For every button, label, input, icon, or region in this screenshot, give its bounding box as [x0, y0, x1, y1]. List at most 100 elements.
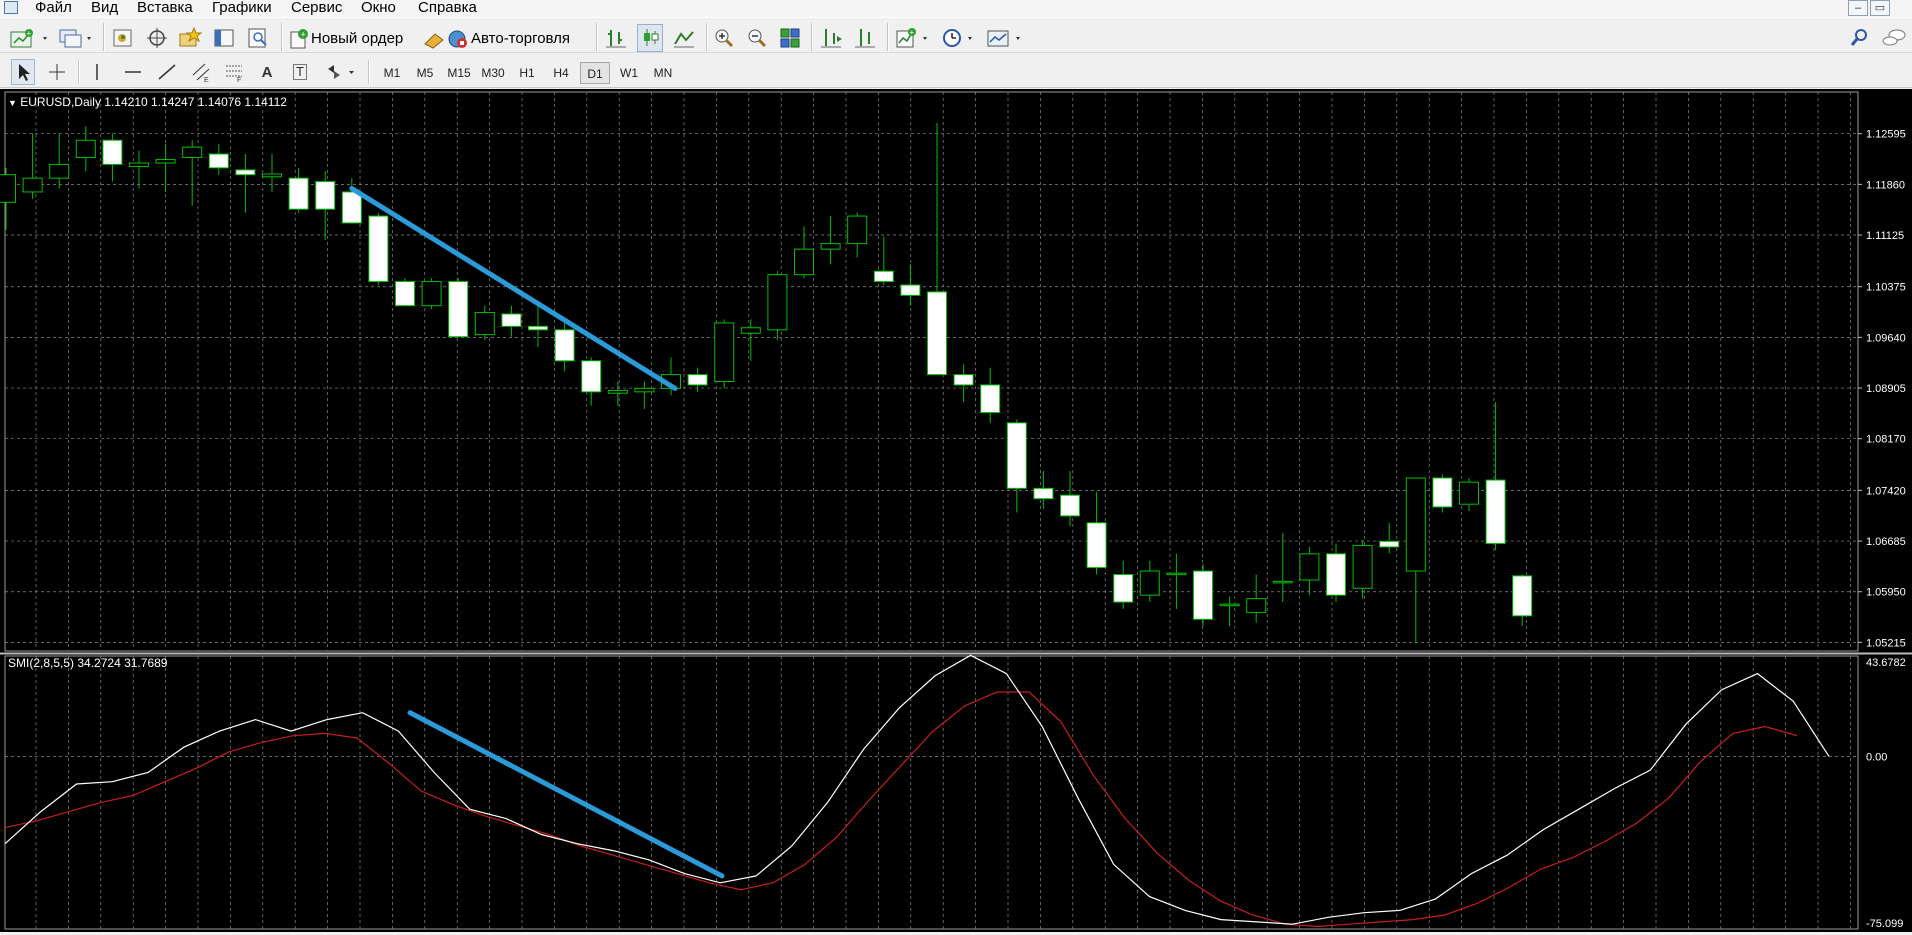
periods-button[interactable] [939, 24, 979, 52]
crosshair-tool-button[interactable] [45, 59, 69, 85]
timeframe-m30[interactable]: M30 [478, 62, 508, 84]
zoom-out-button[interactable] [744, 24, 770, 52]
bullish-candle [421, 281, 442, 307]
indicator-trendline [407, 710, 725, 879]
new-order-button[interactable]: + Новый ордер [287, 24, 415, 52]
menu-window[interactable]: Окно [361, 0, 396, 17]
restore-button[interactable]: ▭ [1870, 0, 1890, 16]
menu-insert[interactable]: Вставка [137, 0, 193, 17]
indicator-header: SMI(2,8,5,5) 34.2724 31.7689 [8, 656, 167, 670]
menu-file[interactable]: Файл [35, 0, 72, 17]
arrows-tool-button[interactable] [323, 59, 359, 85]
bearish-candle [554, 329, 575, 362]
strategy-tester-button[interactable] [245, 24, 271, 52]
bearish-candle [208, 153, 229, 169]
bullish-candle [75, 139, 96, 158]
bearish-candle [341, 191, 362, 224]
bearish-candle [1326, 553, 1346, 596]
bullish-candle [820, 243, 841, 250]
indicator-values: 34.2724 31.7689 [77, 656, 168, 670]
bullish-candle [1219, 603, 1240, 607]
templates-icon [987, 30, 1020, 47]
bearish-candle [102, 139, 123, 165]
svg-text:+: + [27, 29, 32, 38]
chat-button[interactable] [1880, 24, 1908, 52]
bar-chart-button[interactable] [603, 24, 629, 52]
svg-text:+: + [301, 30, 306, 40]
terminal-button[interactable] [211, 24, 237, 52]
bullish-candle [1299, 553, 1320, 581]
bearish-candle [1033, 487, 1054, 500]
fibonacci-tool-button[interactable]: F [222, 59, 246, 85]
horizontal-line-tool-button[interactable] [121, 59, 145, 85]
tile-windows-button[interactable] [777, 24, 803, 52]
chart-symbol: EURUSD,Daily [20, 95, 101, 109]
price-tick-label: 1.08170 [1866, 434, 1906, 446]
bullish-candle [155, 159, 176, 164]
bullish-candle [1459, 481, 1479, 505]
timeframe-m1[interactable]: M1 [377, 62, 407, 84]
bullish-candle [714, 322, 735, 382]
timeframe-m5[interactable]: M5 [410, 62, 440, 84]
bullish-candle [1246, 598, 1267, 613]
svg-text:F: F [237, 77, 241, 83]
separator [596, 23, 598, 51]
bearish-candle [288, 177, 309, 210]
market-watch-button[interactable] [110, 24, 136, 52]
menu-tools[interactable]: Сервис [291, 0, 342, 17]
channel-tool-button[interactable]: E [189, 59, 213, 85]
indicators-button[interactable]: + [893, 24, 933, 52]
templates-button[interactable] [985, 24, 1025, 52]
profiles-button[interactable] [56, 24, 96, 52]
magnifier-document-icon [248, 28, 267, 48]
chart-shift-button[interactable] [852, 24, 878, 52]
cursor-tool-button[interactable] [11, 59, 35, 85]
auto-trading-button[interactable]: Авто-торговля [421, 24, 587, 52]
timeframe-h1[interactable]: H1 [512, 62, 542, 84]
minimize-button[interactable]: – [1848, 0, 1868, 16]
chart-canvas[interactable]: 1.12595 1.11860 1.11125 1.10375 1.09640 1.089… [0, 89, 1912, 932]
price-tick-label: 1.12595 [1866, 129, 1906, 141]
indicators-icon: + [896, 28, 927, 48]
bearish-candle [1379, 540, 1400, 548]
chart-shift-icon [855, 29, 875, 48]
menu-view[interactable]: Вид [91, 0, 118, 17]
vertical-line-tool-button[interactable] [86, 59, 108, 85]
zoom-in-button[interactable] [711, 24, 737, 52]
navigator-button[interactable] [144, 24, 170, 52]
line-chart-button[interactable] [671, 24, 697, 52]
separator [887, 23, 889, 51]
menu-bar: Файл Вид Вставка Графики Сервис Окно Спр… [0, 0, 1912, 17]
auto-scroll-icon [821, 29, 842, 48]
timeframe-d1[interactable]: D1 [580, 62, 610, 84]
candlestick-chart-button[interactable] [637, 24, 663, 52]
favorites-button[interactable] [177, 24, 203, 52]
chart-window[interactable]: 1.12595 1.11860 1.11125 1.10375 1.09640 1.089… [0, 89, 1912, 932]
timeframe-w1[interactable]: W1 [614, 62, 644, 84]
timeframe-h4[interactable]: H4 [546, 62, 576, 84]
trendline-tool-button[interactable] [155, 59, 179, 85]
bearish-candle [528, 325, 548, 331]
price-chart-header: ▼ EURUSD,Daily 1.14210 1.14247 1.14076 1… [8, 95, 287, 109]
text-label-tool-button[interactable]: T [289, 59, 311, 85]
search-button[interactable] [1848, 24, 1872, 52]
bullish-candle [794, 248, 814, 276]
price-tick-label: 1.06685 [1866, 536, 1906, 548]
menu-help[interactable]: Справка [418, 0, 477, 17]
auto-scroll-button[interactable] [818, 24, 844, 52]
timeframe-m15[interactable]: M15 [444, 62, 474, 84]
text-tool-button[interactable]: A [256, 59, 278, 85]
separator [78, 60, 80, 84]
candlestick-icon [644, 29, 659, 46]
menu-charts[interactable]: Графики [212, 0, 272, 17]
timeframe-mn[interactable]: MN [648, 62, 678, 84]
bearish-candle [501, 313, 522, 327]
bearish-candle [953, 374, 974, 386]
market-watch-icon [113, 29, 132, 47]
new-chart-button[interactable]: + [8, 24, 52, 52]
smi-main-line [4, 654, 1830, 925]
new-order-icon: + [290, 29, 308, 49]
text-label-icon: T [293, 64, 307, 80]
bullish-candle [0, 174, 16, 203]
bullish-candle [1405, 477, 1426, 572]
